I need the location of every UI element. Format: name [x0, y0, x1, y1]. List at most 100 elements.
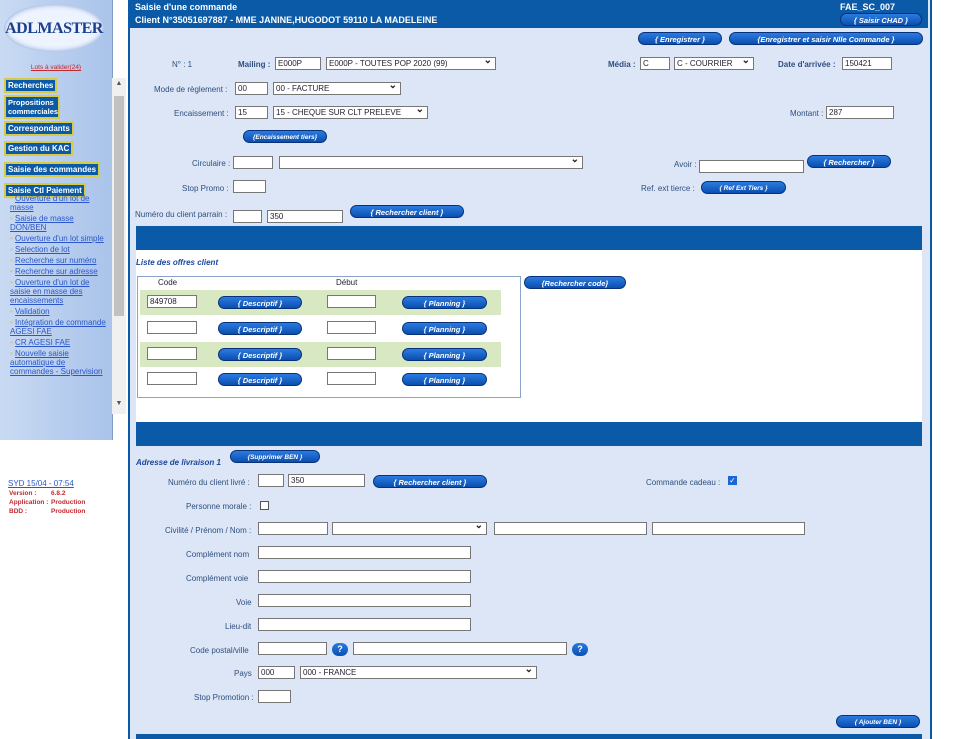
scroll-down-icon[interactable]: ▼: [114, 400, 124, 410]
civilite-input[interactable]: [258, 522, 328, 535]
sublink-cr-agesi[interactable]: CR AGESI FAE: [15, 338, 70, 347]
pays-label: Pays: [234, 669, 252, 678]
syd-link[interactable]: SYD 15/04 - 07:54: [8, 479, 118, 488]
menu-gestion-kac[interactable]: Gestion du KAC: [4, 141, 74, 156]
stop-promo-input[interactable]: [233, 180, 266, 193]
ref-ext-tiers-button[interactable]: { Ref Ext Tiers }: [701, 181, 786, 194]
offre-row-1: 849708 { Descriptif } { Planning }: [140, 290, 501, 315]
enregistrer-button[interactable]: { Enregistrer }: [638, 32, 722, 45]
stop-promotion-label: Stop Promotion :: [194, 693, 254, 702]
offre-code-input[interactable]: [147, 372, 197, 385]
parrain-number-input[interactable]: 350: [267, 210, 343, 223]
bdd-label: BDD :: [9, 508, 28, 515]
nom-input[interactable]: [652, 522, 805, 535]
offre-code-input[interactable]: [147, 321, 197, 334]
ville-help-icon[interactable]: ?: [572, 643, 588, 656]
encaissement-tiers-button[interactable]: {Encaissement tiers}: [243, 130, 327, 143]
offre-code-input[interactable]: 849708: [147, 295, 197, 308]
sublink-recherche-adresse[interactable]: Recherche sur adresse: [15, 267, 98, 276]
offre-debut-input[interactable]: [327, 372, 376, 385]
encaissement-select[interactable]: 15 - CHEQUE SUR CLT PRELEVE: [273, 106, 428, 119]
sublink-recherche-numero[interactable]: Recherche sur numéro: [15, 256, 96, 265]
lieu-dit-label: Lieu-dit: [225, 622, 252, 631]
sublink-selection-lot[interactable]: Selection de lot: [15, 245, 70, 254]
media-code-input[interactable]: C: [640, 57, 670, 70]
section-divider: [136, 422, 922, 446]
descriptif-button[interactable]: { Descriptif }: [218, 348, 302, 361]
sublink-validation[interactable]: Validation: [15, 307, 50, 316]
mode-reglement-select[interactable]: 00 - FACTURE: [273, 82, 401, 95]
encaissement-label: Encaissement :: [174, 109, 229, 118]
code-postal-help-icon[interactable]: ?: [332, 643, 348, 656]
personne-morale-checkbox[interactable]: [260, 501, 269, 510]
ajouter-ben-button[interactable]: { Ajouter BEN }: [836, 715, 920, 728]
saisir-chad-button[interactable]: { Saisir CHAD }: [840, 13, 922, 26]
sublink-ouverture-lot-simple[interactable]: Ouverture d'un lot simple: [15, 234, 104, 243]
bullet-icon: •: [10, 214, 13, 223]
voie-input[interactable]: [258, 594, 471, 607]
client-livre-number-input[interactable]: 350: [288, 474, 365, 487]
mode-reglement-label: Mode de règlement :: [154, 85, 228, 94]
planning-button[interactable]: { Planning }: [402, 373, 487, 386]
mailing-code-input[interactable]: E000P: [275, 57, 321, 70]
sublink-nouvelle-saisie-auto[interactable]: Nouvelle saisie automatique de commandes…: [10, 349, 102, 376]
circulaire-select[interactable]: [279, 156, 583, 169]
sidebar-footer: SYD 15/04 - 07:54 Version : 6.8.2 Applica…: [8, 479, 118, 516]
complement-nom-input[interactable]: [258, 546, 471, 559]
supprimer-ben-button[interactable]: {Supprimer BEN }: [230, 450, 320, 463]
mode-reglement-code-input[interactable]: 00: [235, 82, 268, 95]
scrollbar-thumb[interactable]: [114, 96, 124, 316]
mailing-select[interactable]: E000P - TOUTES POP 2020 (99): [326, 57, 496, 70]
media-select[interactable]: C - COURRIER: [674, 57, 754, 70]
pays-select[interactable]: 000 - FRANCE: [300, 666, 537, 679]
menu-recherches[interactable]: Recherches: [4, 78, 58, 93]
descriptif-button[interactable]: { Descriptif }: [218, 373, 302, 386]
ville-input[interactable]: [353, 642, 567, 655]
rechercher-button[interactable]: { Rechercher }: [807, 155, 891, 168]
planning-button[interactable]: { Planning }: [402, 322, 487, 335]
prenom-input[interactable]: [494, 522, 647, 535]
offre-debut-input[interactable]: [327, 347, 376, 360]
circulaire-code-input[interactable]: [233, 156, 273, 169]
client-livre-prefix-input[interactable]: [258, 474, 284, 487]
encaissement-code-input[interactable]: 15: [235, 106, 268, 119]
montant-input[interactable]: 287: [826, 106, 894, 119]
page-title: Saisie d'une commande: [135, 2, 238, 12]
planning-button[interactable]: { Planning }: [402, 348, 487, 361]
offre-debut-input[interactable]: [327, 321, 376, 334]
parrain-prefix-input[interactable]: [233, 210, 262, 223]
numero-client-livre-label: Numéro du client livré :: [168, 478, 250, 487]
offre-debut-input[interactable]: [327, 295, 376, 308]
code-postal-input[interactable]: [258, 642, 327, 655]
sublink-integration-agesi[interactable]: Intégration de commande AGESI FAE: [10, 318, 106, 336]
sidebar-scrollbar[interactable]: ▲ ▼: [112, 78, 126, 414]
complement-nom-label: Complément nom: [186, 550, 250, 559]
rechercher-code-button[interactable]: {Rechercher code}: [524, 276, 626, 289]
scroll-up-icon[interactable]: ▲: [114, 80, 124, 90]
planning-button[interactable]: { Planning }: [402, 296, 487, 309]
offre-code-input[interactable]: [147, 347, 197, 360]
descriptif-button[interactable]: { Descriptif }: [218, 322, 302, 335]
bullet-icon: •: [10, 245, 13, 254]
sublink-saisie-masse-don-ben[interactable]: Saisie de masse DON/BEN: [10, 214, 74, 232]
commande-cadeau-checkbox[interactable]: ✓: [728, 476, 737, 485]
descriptif-button[interactable]: { Descriptif }: [218, 296, 302, 309]
pays-code-input[interactable]: 000: [258, 666, 295, 679]
stop-promotion-input[interactable]: [258, 690, 291, 703]
date-arrivee-input[interactable]: 150421: [842, 57, 892, 70]
mailing-label: Mailing :: [238, 60, 271, 69]
civilite-select[interactable]: [332, 522, 487, 535]
avoir-input[interactable]: [699, 160, 804, 173]
rechercher-client-livre-button[interactable]: { Rechercher client }: [373, 475, 487, 488]
rechercher-client-parrain-button[interactable]: { Rechercher client }: [350, 205, 464, 218]
sublink-ouverture-lot-encaissements[interactable]: Ouverture d'un lot de saisie en masse de…: [10, 278, 90, 305]
menu-correspondants[interactable]: Correspondants: [4, 121, 74, 136]
lots-a-valider-link[interactable]: Lots à valider(24): [0, 64, 112, 71]
menu-propositions-commerciales[interactable]: Propositions commerciales: [4, 95, 60, 119]
client-parrain-label: Numéro du client parrain :: [135, 210, 228, 219]
sublink-ouverture-lot-masse[interactable]: Ouverture d'un lot de masse: [10, 194, 90, 212]
menu-saisie-commandes[interactable]: Saisie des commandes: [4, 162, 101, 177]
lieu-dit-input[interactable]: [258, 618, 471, 631]
enregistrer-nlle-commande-button[interactable]: {Enregistrer et saisir Nlle Commande }: [729, 32, 923, 45]
complement-voie-input[interactable]: [258, 570, 471, 583]
